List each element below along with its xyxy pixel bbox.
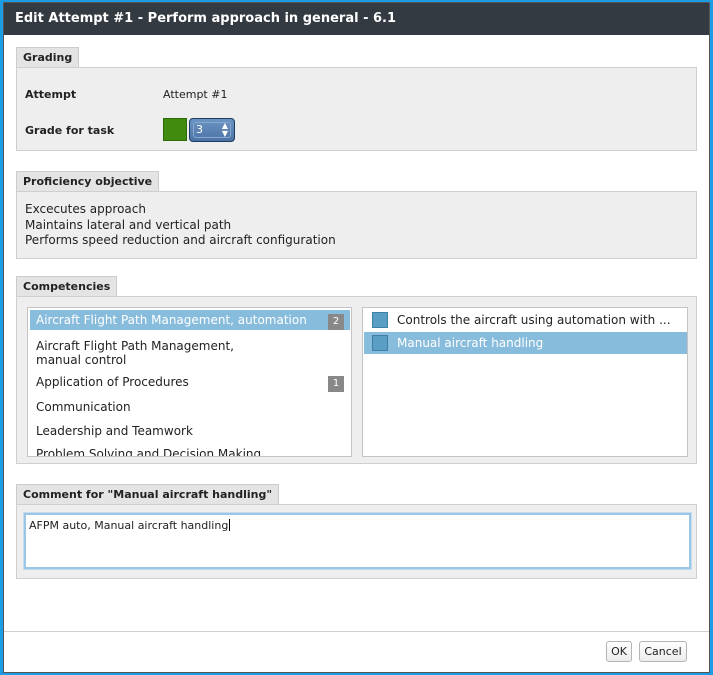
grade-color-swatch [163,118,187,141]
attempt-label: Attempt [25,88,77,101]
behaviour-checkbox[interactable] [372,312,388,328]
behaviour-item-label: Controls the aircraft using automation w… [397,313,671,327]
edit-attempt-dialog: Edit Attempt #1 - Perform approach in ge… [3,2,710,673]
competency-item-label: Aircraft Flight Path Management, manual … [36,339,234,367]
competency-count-badge: 1 [328,376,344,392]
text-cursor [229,519,231,531]
competencies-panel: Aircraft Flight Path Management, automat… [16,296,697,464]
competency-item[interactable]: Aircraft Flight Path Management, manual … [30,336,350,370]
proficiency-panel: Excecutes approach Maintains lateral and… [16,191,697,259]
behaviour-checkbox[interactable] [372,335,388,351]
footer-divider [4,631,709,632]
behaviour-item-label: Manual aircraft handling [397,336,544,350]
proficiency-section-tab: Proficiency objective [16,171,160,191]
grading-section-tab: Grading [16,47,80,67]
competency-item-label: Communication [36,400,131,414]
behaviour-item[interactable]: Manual aircraft handling [364,332,687,354]
competency-item-label: Leadership and Teamwork [36,424,193,438]
grade-select[interactable]: 3 ▲ ▼ [189,118,235,142]
attempt-value: Attempt #1 [163,88,228,101]
competency-count-badge: 2 [328,314,344,330]
competency-item[interactable]: Aircraft Flight Path Management, automat… [30,310,350,330]
objective-line: Excecutes approach [25,202,146,216]
competency-item-label: Aircraft Flight Path Management, automat… [36,313,307,327]
comment-textarea[interactable]: AFPM auto, Manual aircraft handling [24,513,691,569]
objective-line: Maintains lateral and vertical path [25,217,232,232]
ok-button[interactable]: OK [606,641,632,662]
competency-item[interactable]: Leadership and Teamwork [30,421,350,441]
competency-item-label: Application of Procedures [36,375,189,389]
cancel-button[interactable]: Cancel [639,641,687,662]
comment-panel: AFPM auto, Manual aircraft handling [16,504,697,579]
competency-list[interactable]: Aircraft Flight Path Management, automat… [27,307,352,457]
updown-arrows-icon: ▲ ▼ [221,121,228,138]
competencies-section-tab: Competencies [16,276,118,296]
grading-panel: Attempt Attempt #1 Grade for task 3 ▲ ▼ [16,67,697,151]
objective-line: Performs speed reduction and aircraft co… [25,233,336,247]
competency-item[interactable]: Communication [30,397,350,417]
dialog-title: Edit Attempt #1 - Perform approach in ge… [4,3,709,35]
grade-label: Grade for task [25,124,115,137]
competency-item-label: Problem Solving and Decision Making [36,447,262,457]
behaviour-item[interactable]: Controls the aircraft using automation w… [364,309,687,331]
competency-item[interactable]: Problem Solving and Decision Making [30,444,350,457]
behaviour-list[interactable]: Controls the aircraft using automation w… [362,307,688,457]
proficiency-objective-text: Excecutes approach Maintains lateral and… [25,202,336,249]
comment-section-tab: Comment for "Manual aircraft handling" [16,484,280,504]
grade-select-value: 3 [196,123,203,136]
competency-item[interactable]: Application of Procedures 1 [30,372,350,392]
comment-text: AFPM auto, Manual aircraft handling [29,519,229,532]
